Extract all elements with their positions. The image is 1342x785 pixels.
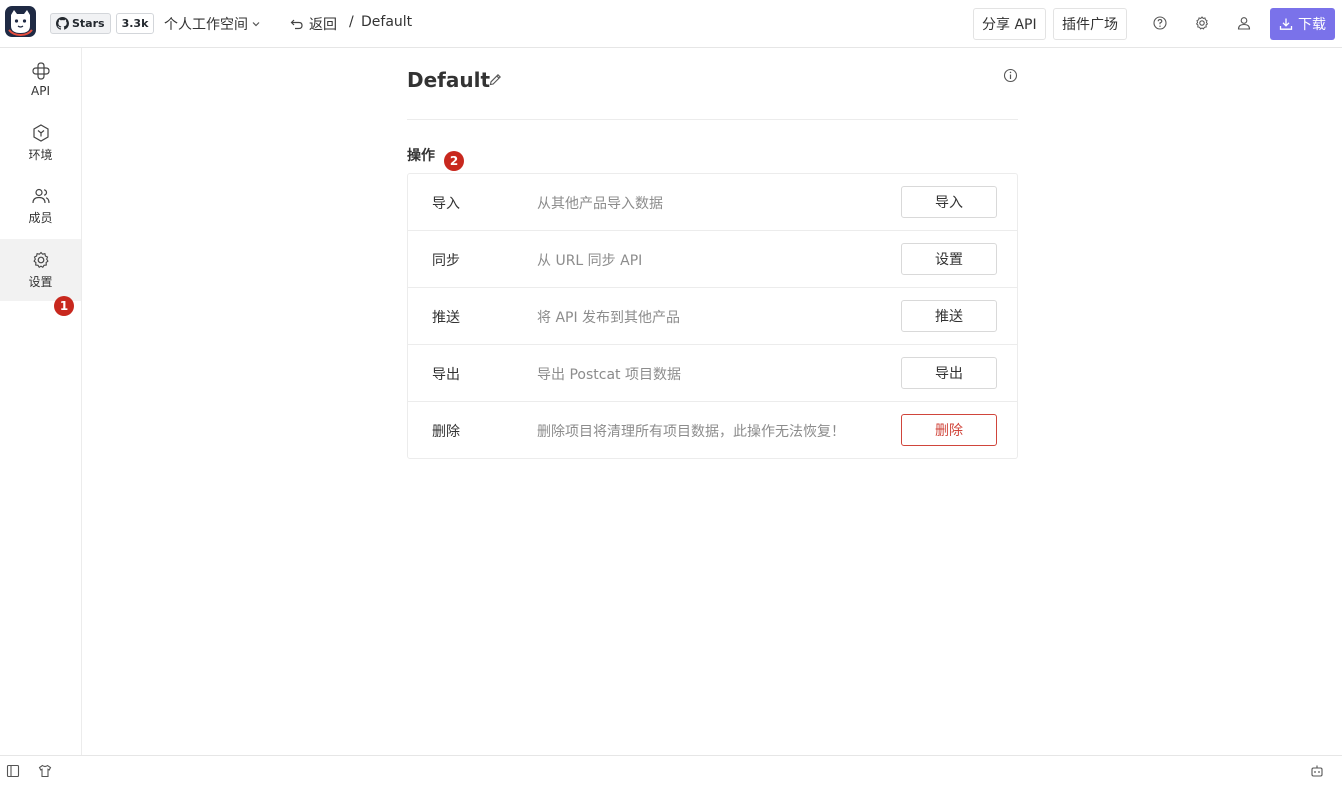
operation-description: 删除项目将清理所有项目数据，此操作无法恢复！ (537, 424, 845, 440)
page-title: Default (407, 68, 491, 92)
back-label: 返回 (309, 17, 337, 33)
export-button[interactable]: 导出 (901, 357, 997, 389)
api-icon (31, 61, 50, 80)
theme-shirt-icon[interactable] (38, 764, 52, 778)
title-divider (407, 119, 1018, 120)
share-api-button[interactable]: 分享 API (973, 8, 1046, 40)
github-icon (56, 17, 69, 30)
sidebar: API 环境 成员 设置 1 (0, 48, 82, 755)
user-icon[interactable] (1236, 15, 1252, 31)
github-stars-count[interactable]: 3.3k (115, 13, 155, 34)
operation-name: 导入 (432, 196, 460, 212)
breadcrumb-separator: / (349, 14, 354, 30)
operation-description: 从其他产品导入数据 (537, 196, 663, 212)
github-stars-label: Stars (72, 17, 105, 30)
edit-icon[interactable] (488, 72, 503, 87)
sidebar-item-environment[interactable]: 环境 (0, 112, 81, 174)
operation-row-import: 导入 从其他产品导入数据 导入 (408, 174, 1017, 231)
top-bar: Stars 3.3k 个人工作空间 返回 / Default 分享 API 插件… (0, 0, 1342, 48)
plugins-button[interactable]: 插件广场 (1053, 8, 1127, 40)
sidebar-toggle-icon[interactable] (6, 764, 20, 778)
github-stars-button[interactable]: Stars (50, 13, 111, 34)
delete-button[interactable]: 删除 (901, 414, 997, 446)
sidebar-item-label: 成员 (28, 211, 53, 225)
step-badge-1: 1 (54, 296, 74, 316)
sidebar-item-settings[interactable]: 设置 (0, 239, 81, 301)
sidebar-item-members[interactable]: 成员 (0, 175, 81, 237)
status-bar (0, 755, 1342, 785)
operation-description: 导出 Postcat 项目数据 (537, 367, 681, 383)
workspace-label: 个人工作空间 (164, 17, 248, 33)
members-icon (31, 188, 50, 204)
push-button[interactable]: 推送 (901, 300, 997, 332)
sync-settings-button[interactable]: 设置 (901, 243, 997, 275)
chevron-down-icon (252, 22, 260, 27)
operation-description: 将 API 发布到其他产品 (537, 310, 681, 326)
download-button[interactable]: 下载 (1270, 8, 1335, 40)
gear-icon[interactable] (1194, 15, 1210, 31)
operation-row-sync: 同步 从 URL 同步 API 设置 (408, 231, 1017, 288)
step-badge-2: 2 (444, 151, 464, 171)
workspace-selector[interactable]: 个人工作空间 (164, 14, 261, 34)
operation-name: 同步 (432, 253, 460, 269)
download-label: 下载 (1298, 17, 1326, 33)
operation-description: 从 URL 同步 API (537, 253, 643, 269)
sidebar-item-label: API (31, 83, 50, 98)
sidebar-item-label: 环境 (28, 148, 53, 162)
operation-name: 导出 (432, 367, 460, 383)
github-stars-widget[interactable]: Stars 3.3k (50, 13, 155, 34)
operation-row-export: 导出 导出 Postcat 项目数据 导出 (408, 345, 1017, 402)
operation-row-delete: 删除 删除项目将清理所有项目数据，此操作无法恢复！ 删除 (408, 402, 1017, 459)
download-icon (1279, 18, 1293, 30)
operation-row-push: 推送 将 API 发布到其他产品 推送 (408, 288, 1017, 345)
undo-icon (290, 19, 303, 30)
operations-table: 导入 从其他产品导入数据 导入 同步 从 URL 同步 API 设置 推送 将 … (407, 173, 1018, 459)
sidebar-item-label: 设置 (28, 275, 53, 289)
info-icon[interactable] (1003, 68, 1018, 83)
breadcrumb-current: Default (361, 14, 413, 30)
help-icon[interactable] (1152, 15, 1168, 31)
robot-icon[interactable] (1310, 764, 1324, 778)
sidebar-item-api[interactable]: API (0, 48, 81, 110)
operation-name: 推送 (432, 310, 460, 326)
operation-name: 删除 (432, 424, 460, 440)
gear-icon (32, 251, 49, 269)
environment-icon (32, 124, 49, 142)
section-title: 操作 (407, 148, 435, 164)
back-button[interactable]: 返回 (290, 14, 337, 34)
import-button[interactable]: 导入 (901, 186, 997, 218)
postcat-logo[interactable] (5, 6, 36, 37)
